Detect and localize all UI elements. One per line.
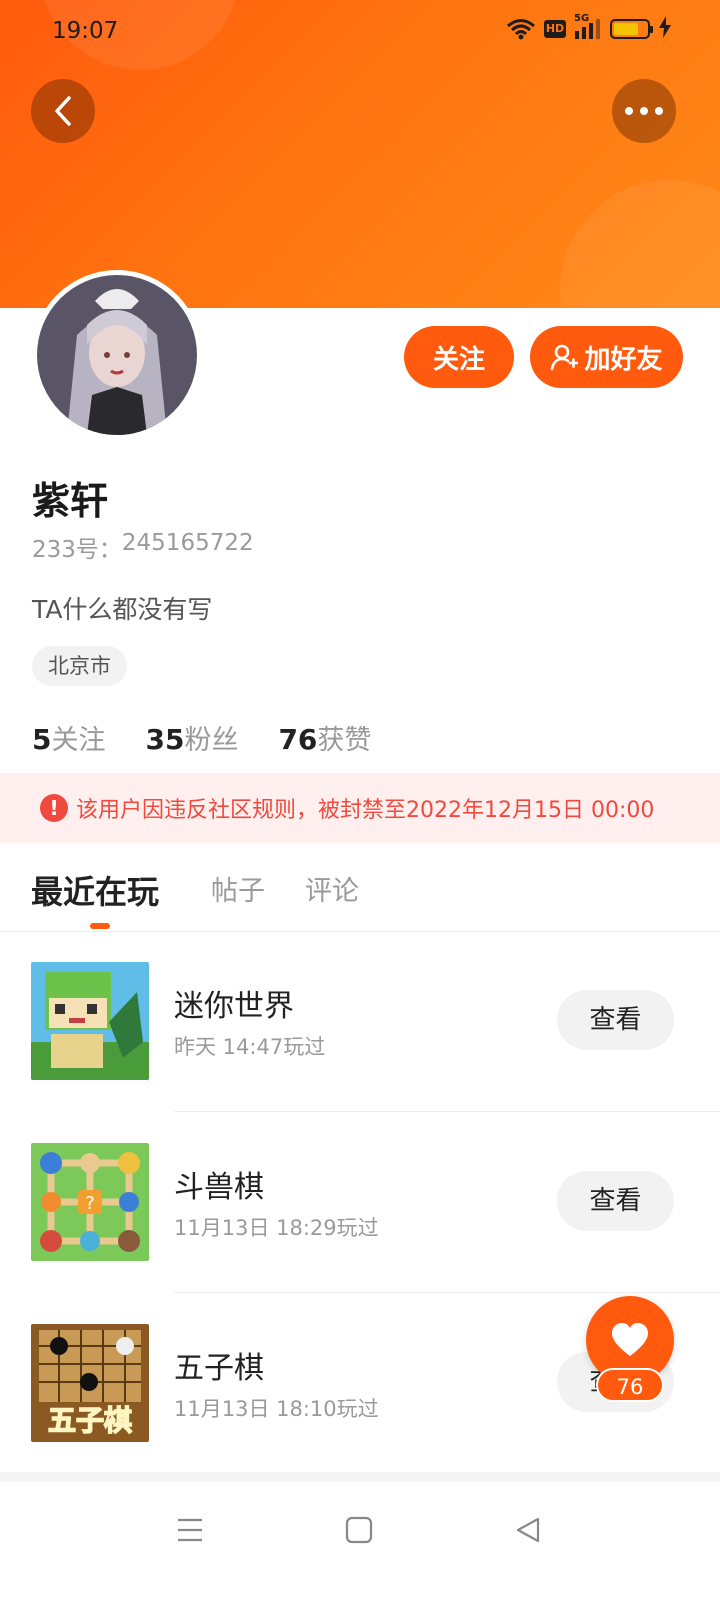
nav-back-button[interactable] xyxy=(506,1508,550,1552)
game-last-played: 11月13日 18:29玩过 xyxy=(174,1216,379,1240)
heart-icon xyxy=(612,1323,648,1356)
back-triangle-icon xyxy=(516,1517,540,1543)
stat-followers[interactable]: 35 粉丝 xyxy=(145,718,238,757)
active-tab-indicator xyxy=(90,923,110,929)
header-decoration xyxy=(560,180,720,308)
follow-button-label: 关注 xyxy=(432,344,485,375)
follow-button[interactable]: 关注 xyxy=(404,326,514,388)
user-bio: TA什么都没有写 xyxy=(32,595,213,624)
home-square-icon xyxy=(345,1516,373,1544)
ban-notice-banner: ! 该用户因违反社区规则，被封禁至2022年12月15日 00:00 xyxy=(0,773,720,843)
stat-number: 76 xyxy=(278,723,318,756)
add-user-icon xyxy=(551,344,579,371)
game-icon-animal-chess: ? xyxy=(31,1143,149,1261)
add-friend-button-label: 加好友 xyxy=(584,344,663,375)
chevron-left-icon xyxy=(55,96,71,126)
gomoku-logo-text: 五子棋 xyxy=(48,1404,132,1437)
network-type-label: 5G xyxy=(574,13,590,24)
system-nav-bar xyxy=(0,1482,720,1600)
more-options-button[interactable] xyxy=(612,79,676,143)
nav-menu-button[interactable] xyxy=(168,1508,212,1552)
user-id-value: 245165722 xyxy=(121,530,254,556)
stat-number: 35 xyxy=(145,723,185,756)
menu-icon xyxy=(178,1518,202,1542)
stat-label: 获赞 xyxy=(317,725,372,756)
game-name: 五子棋 xyxy=(174,1351,264,1386)
battery-level xyxy=(614,23,638,35)
stat-number: 5 xyxy=(32,723,52,756)
game-last-played: 11月13日 18:10玩过 xyxy=(174,1397,379,1421)
stat-label: 关注 xyxy=(51,725,106,756)
status-icons: HD 5G xyxy=(506,13,672,42)
content-tabs: 最近在玩 帖子 评论 xyxy=(0,843,720,932)
add-friend-button[interactable]: 加好友 xyxy=(530,326,683,388)
wifi-icon xyxy=(506,18,536,40)
nav-home-button[interactable] xyxy=(337,1508,381,1552)
avatar[interactable] xyxy=(32,270,202,440)
view-game-button[interactable]: 查看 xyxy=(557,990,674,1050)
battery-icon xyxy=(610,19,653,39)
user-id-label: 233号： xyxy=(32,537,122,563)
like-count-badge: 76 xyxy=(596,1368,664,1402)
tab-posts[interactable]: 帖子 xyxy=(211,869,265,908)
user-id: 233号： 245165722 xyxy=(32,530,254,564)
ban-notice-text: 该用户因违反社区规则，被封禁至2022年12月15日 00:00 xyxy=(76,798,655,823)
svg-text:?: ? xyxy=(85,1193,95,1214)
back-button[interactable] xyxy=(31,79,95,143)
view-game-button[interactable]: 查看 xyxy=(557,1171,674,1231)
charging-icon xyxy=(658,16,672,42)
stat-label: 粉丝 xyxy=(184,725,239,756)
hd-icon: HD xyxy=(544,20,566,38)
location-tag: 北京市 xyxy=(32,646,127,686)
game-name: 斗兽棋 xyxy=(174,1170,264,1205)
game-list-item[interactable]: 迷你世界 昨天 14:47玩过 查看 xyxy=(0,931,720,1112)
tab-comments[interactable]: 评论 xyxy=(305,869,359,908)
more-dots-icon xyxy=(625,107,663,115)
user-nickname: 紫轩 xyxy=(32,479,109,523)
game-name: 迷你世界 xyxy=(174,989,294,1024)
tab-recent-games[interactable]: 最近在玩 xyxy=(31,867,159,913)
status-time: 19:07 xyxy=(52,18,119,44)
status-bar: 19:07 HD 5G xyxy=(0,0,720,64)
avatar-image xyxy=(37,275,197,435)
stat-following[interactable]: 5 关注 xyxy=(32,718,105,757)
game-list-item[interactable]: ? 斗兽棋 11月13日 18:29玩过 查看 xyxy=(0,1112,720,1293)
profile-stats: 5 关注 35 粉丝 76 获赞 xyxy=(32,718,371,757)
game-icon-gomoku: 五子棋 xyxy=(31,1324,149,1442)
game-icon-mini-world xyxy=(31,962,149,1080)
stat-likes: 76 获赞 xyxy=(278,718,371,757)
game-last-played: 昨天 14:47玩过 xyxy=(174,1035,326,1059)
bottom-separator xyxy=(0,1472,720,1482)
alert-icon: ! xyxy=(40,794,68,822)
signal-icon: 5G xyxy=(574,13,602,41)
